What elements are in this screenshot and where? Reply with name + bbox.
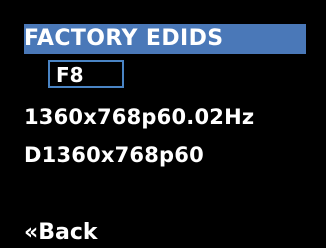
page-title: FACTORY EDIDS [24, 26, 224, 51]
timing-readout: 1360x768p60.02Hz [24, 105, 255, 129]
edid-code-value: F8 [56, 63, 84, 87]
descriptor-readout: D1360x768p60 [24, 143, 204, 167]
edid-code-selector[interactable]: F8 [48, 60, 124, 88]
back-button[interactable]: «Back [24, 219, 98, 247]
device-screen: FACTORY EDIDS F8 1360x768p60.02Hz D1360x… [0, 0, 326, 248]
title-bar: FACTORY EDIDS [24, 24, 306, 54]
